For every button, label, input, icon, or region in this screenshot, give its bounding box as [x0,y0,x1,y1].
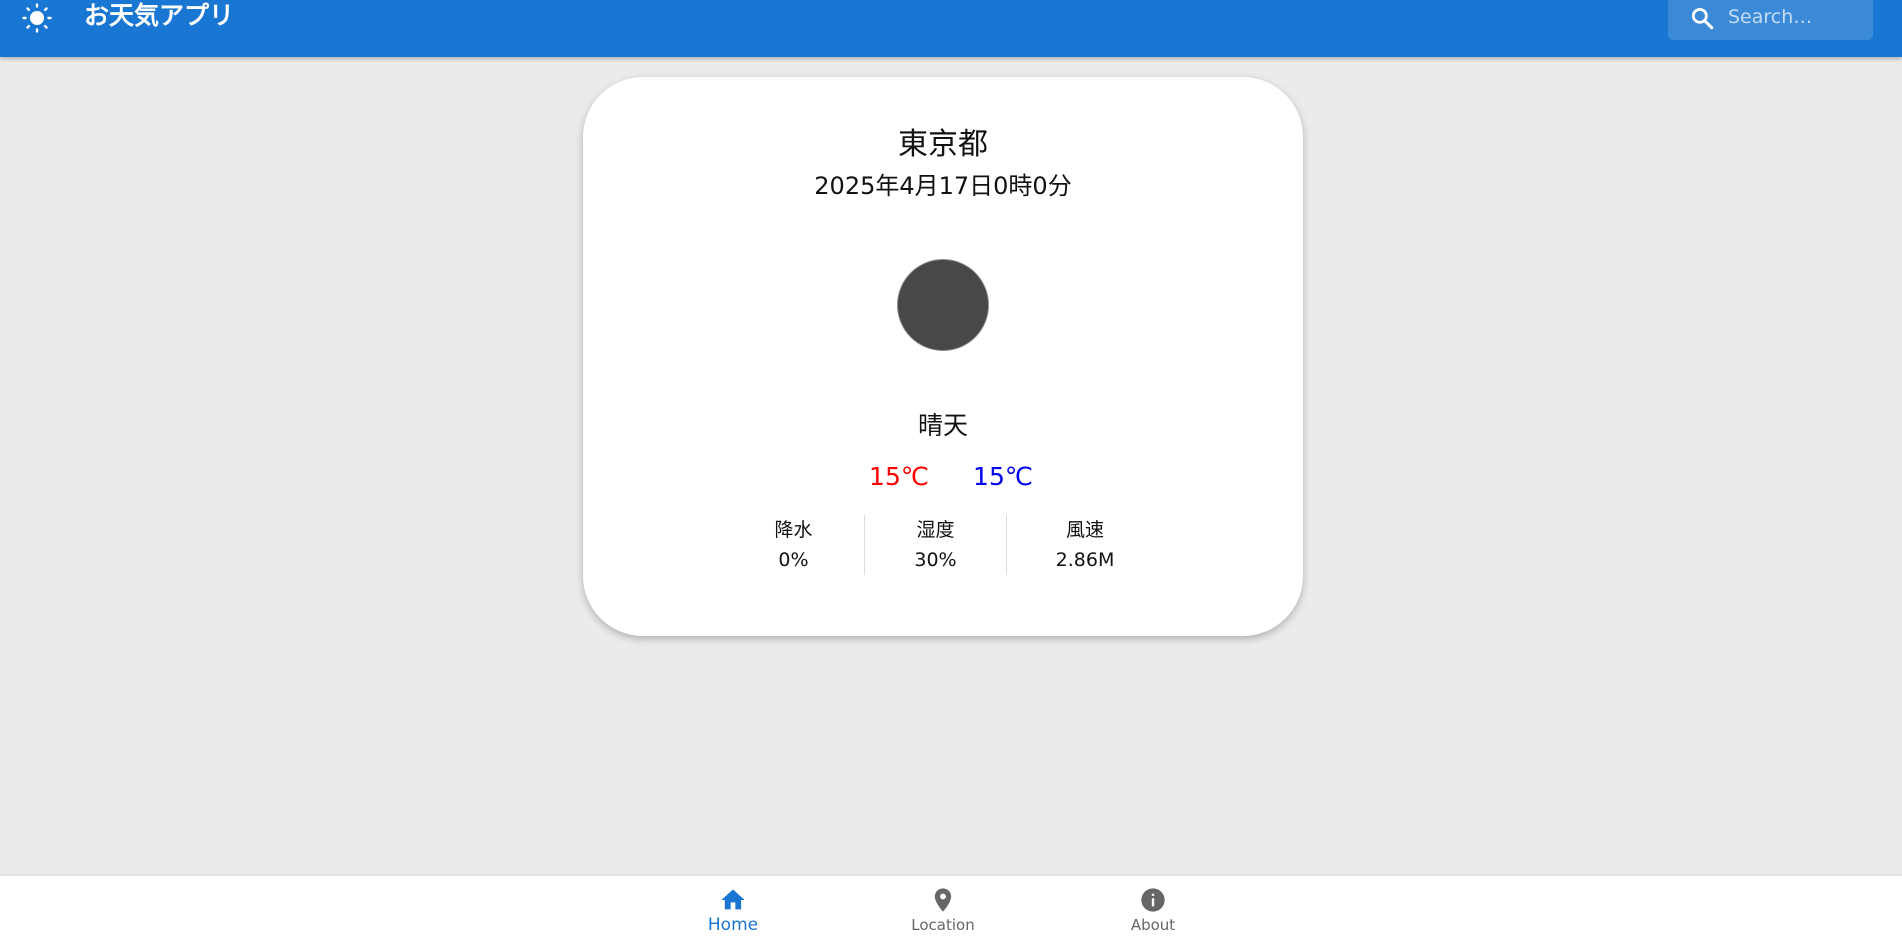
app-bar: お天気アプリ [0,0,1902,57]
location-pin-icon [934,888,952,912]
search-input[interactable] [1728,2,1863,32]
nav-item-home[interactable]: Home [673,876,793,946]
city-name: 東京都 [898,127,988,162]
stat-value: 30% [914,549,957,571]
nav-label: About [1130,916,1176,934]
weather-card: 東京都 2025年4月17日0時0分 晴天 15℃ 15℃ 降水 0% 湿度 3… [583,77,1303,636]
stat-value: 2.86M [1055,549,1115,571]
nav-label: Location [911,916,975,934]
weather-condition-icon [897,259,989,351]
search-icon [1691,7,1714,30]
temperature-low: 15℃ [973,462,1033,491]
stat-wind-speed: 風速 2.86M [1007,515,1163,575]
stat-label: 湿度 [916,519,955,541]
sun-icon [22,3,52,33]
stat-label: 降水 [774,519,813,541]
nav-label: Home [707,915,759,935]
forecast-datetime: 2025年4月17日0時0分 [814,172,1072,200]
app-title: お天気アプリ [84,1,235,30]
stat-humidity: 湿度 30% [865,515,1006,575]
weather-condition: 晴天 [917,411,968,440]
bottom-navigation: Home Location About [0,876,1902,946]
stat-label: 風速 [1065,519,1104,541]
home-icon [721,889,745,910]
search-box[interactable] [1668,0,1873,40]
nav-item-about[interactable]: About [1093,876,1213,946]
info-icon [1141,888,1165,912]
stat-precipitation: 降水 0% [723,515,864,575]
stat-value: 0% [778,549,809,571]
temperature-high: 15℃ [869,462,929,491]
weather-stats: 降水 0% 湿度 30% 風速 2.86M [723,515,1163,575]
nav-item-location[interactable]: Location [883,876,1003,946]
